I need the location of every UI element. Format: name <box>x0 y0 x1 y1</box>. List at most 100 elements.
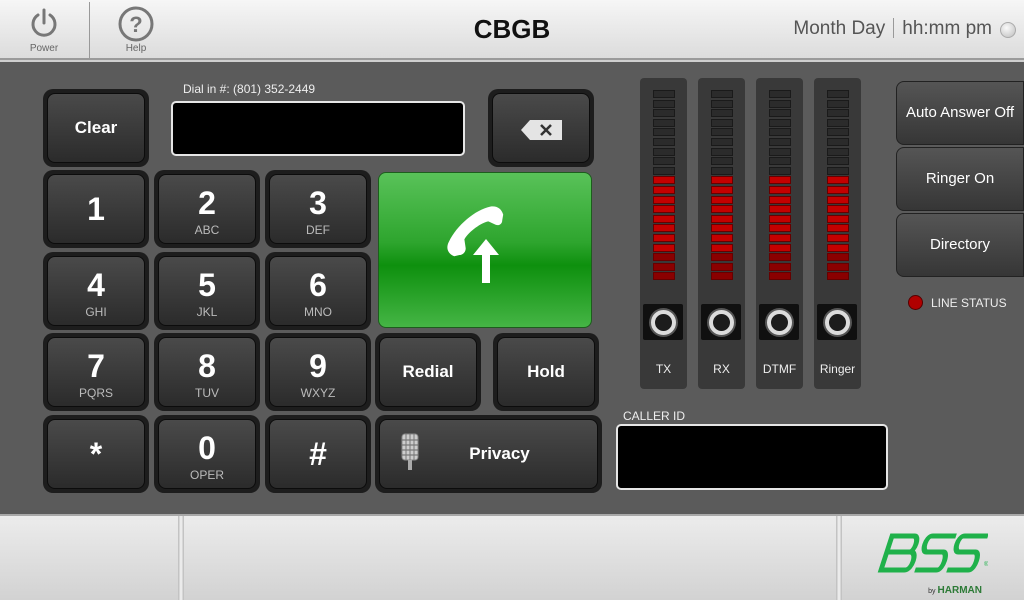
keypad-key-2[interactable]: 2 ABC <box>154 170 260 248</box>
meter-knob[interactable] <box>701 304 741 340</box>
help-icon: ? <box>118 6 154 42</box>
meter-segment-off <box>827 99 849 108</box>
meter-segment-off <box>769 118 791 127</box>
keypad-key-face: 4 GHI <box>47 256 145 326</box>
bss-logo-icon: ® <box>877 533 989 573</box>
meter-knob[interactable] <box>643 304 683 340</box>
meter-segment-lit <box>827 205 849 214</box>
meter-segment-lit <box>653 233 675 242</box>
help-label: Help <box>125 43 147 54</box>
meter-segment-lit <box>653 253 675 262</box>
meter-segment-lit <box>653 262 675 271</box>
auto-answer-button[interactable]: Auto Answer Off <box>896 81 1024 145</box>
meter-segment-off <box>653 147 675 156</box>
meter-segment-off <box>769 128 791 137</box>
clear-button[interactable]: Clear <box>43 89 149 167</box>
keypad-key-3[interactable]: 3 DEF <box>265 170 371 248</box>
meter-segment-lit <box>827 262 849 271</box>
meter-segment-lit <box>769 205 791 214</box>
keypad-key-7[interactable]: 7 PQRS <box>43 333 149 411</box>
meter-segment-off <box>769 147 791 156</box>
keypad-key-star[interactable]: * <box>43 415 149 493</box>
keypad-key-1[interactable]: 1 <box>43 170 149 248</box>
meter-segment-off <box>827 166 849 175</box>
caller-id-display <box>616 424 888 490</box>
meter-segment-lit <box>827 272 849 281</box>
keypad-key-digit: 7 <box>87 348 105 384</box>
meter-segment-lit <box>653 176 675 185</box>
keypad-key-6[interactable]: 6 MNO <box>265 252 371 330</box>
keypad-key-5[interactable]: 5 JKL <box>154 252 260 330</box>
keypad-key-digit: 0 <box>198 430 216 466</box>
keypad-key-face: * <box>47 419 145 489</box>
meter-dtmf: DTMF <box>756 78 803 389</box>
phone-handset-icon <box>447 206 504 283</box>
harman-wordmark: by HARMAN <box>928 585 982 596</box>
meter-segment-lit <box>653 272 675 281</box>
meter-tx: TX <box>640 78 687 389</box>
power-icon <box>31 8 57 37</box>
meter-segment-off <box>653 128 675 137</box>
dial-input[interactable] <box>171 101 465 156</box>
meter-segment-lit <box>827 243 849 252</box>
knob-ring-icon <box>651 310 676 335</box>
privacy-button[interactable]: Privacy <box>375 415 602 493</box>
backspace-button[interactable] <box>488 89 594 167</box>
meter-segment-off <box>653 166 675 175</box>
power-label: Power <box>29 43 59 54</box>
keypad-key-9[interactable]: 9 WXYZ <box>265 333 371 411</box>
keypad-key-digit: # <box>309 436 327 472</box>
meter-knob[interactable] <box>759 304 799 340</box>
hold-label: Hold <box>527 362 565 381</box>
keypad-key-letters: WXYZ <box>300 386 336 400</box>
keypad-key-8[interactable]: 8 TUV <box>154 333 260 411</box>
harman-text: HARMAN <box>937 585 982 596</box>
meter-segment-lit <box>827 185 849 194</box>
keypad-key-0[interactable]: 0 OPER <box>154 415 260 493</box>
keypad-key-face: 5 JKL <box>158 256 256 326</box>
meter-segment-lit <box>711 233 733 242</box>
redial-button[interactable]: Redial <box>375 333 481 411</box>
svg-text:?: ? <box>129 12 142 37</box>
meter-segment-lit <box>711 224 733 233</box>
keypad-key-letters: JKL <box>196 305 218 319</box>
meter-segment-lit <box>769 176 791 185</box>
date-time: Month Day hh:mm pm <box>793 18 992 40</box>
meter-segment-lit <box>769 253 791 262</box>
meter-knob[interactable] <box>817 304 857 340</box>
backspace-button-face <box>492 93 590 163</box>
meter-segment-off <box>827 90 849 98</box>
call-button[interactable] <box>378 172 592 328</box>
knob-ring-icon <box>825 310 850 335</box>
meter-segment-lit <box>711 262 733 271</box>
keypad-key-face: 7 PQRS <box>47 337 145 407</box>
meter-segment-off <box>827 109 849 118</box>
keypad-key-hash[interactable]: # <box>265 415 371 493</box>
keypad-key-letters: GHI <box>85 305 107 319</box>
ringer-button[interactable]: Ringer On <box>896 147 1024 211</box>
help-button[interactable]: ? Help <box>92 0 180 58</box>
meter-segment-off <box>653 99 675 108</box>
header-divider <box>89 2 90 58</box>
meter-segment-off <box>711 128 733 137</box>
hold-button[interactable]: Hold <box>493 333 599 411</box>
meter-rx: RX <box>698 78 745 389</box>
keypad-key-4[interactable]: 4 GHI <box>43 252 149 330</box>
keypad-key-face: 2 ABC <box>158 174 256 244</box>
backspace-icon <box>521 120 562 140</box>
directory-button[interactable]: Directory <box>896 213 1024 277</box>
keypad-key-face: 3 DEF <box>269 174 367 244</box>
footer-divider-right <box>836 516 842 600</box>
meter-segment-off <box>711 166 733 175</box>
privacy-label: Privacy <box>469 444 530 463</box>
keypad-key-digit: 8 <box>198 348 216 384</box>
line-status-led <box>908 295 923 310</box>
line-status-label: LINE STATUS <box>931 296 1007 310</box>
power-button[interactable]: Power <box>0 0 88 58</box>
line-status: LINE STATUS <box>908 295 1007 310</box>
date-text: Month Day <box>793 18 886 39</box>
meter-segment-lit <box>711 243 733 252</box>
meter-label: RX <box>713 362 730 376</box>
keypad-key-digit: 1 <box>87 191 105 227</box>
meter-segment-off <box>653 90 675 98</box>
